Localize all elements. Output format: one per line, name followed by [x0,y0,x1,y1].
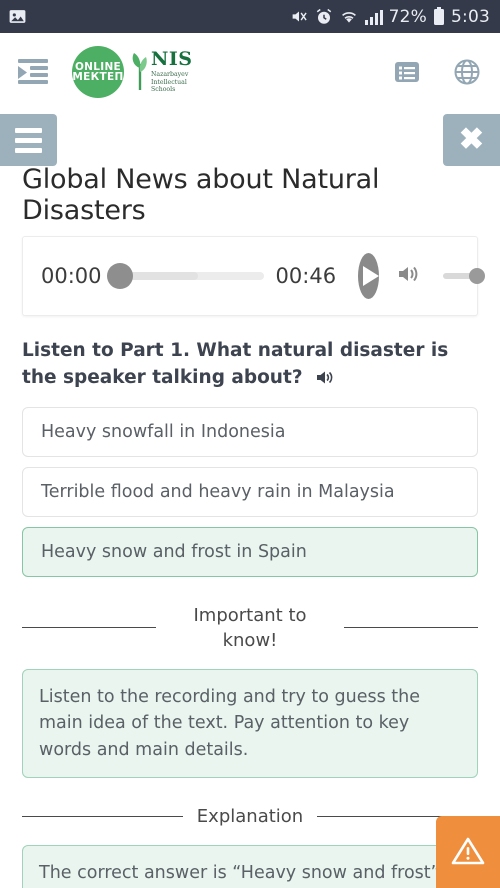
battery-percent: 72% [388,6,428,27]
answer-option-2[interactable]: Terrible flood and heavy rain in Malaysi… [22,466,478,517]
divider-line-right [344,627,478,629]
alarm-icon [315,8,333,26]
report-problem-button[interactable] [436,816,500,888]
play-button[interactable] [358,253,380,299]
signal-icon [364,9,383,25]
volume-slider[interactable] [443,268,486,284]
wifi-icon [339,9,359,25]
important-divider: Important to know! [22,603,478,653]
clock-time: 5:03 [451,6,490,27]
status-bar-left [8,7,27,26]
audio-player: 00:00 00:46 [22,236,486,316]
indent-icon[interactable] [14,57,52,87]
question-text: Listen to Part 1. What natural disaster … [22,338,478,395]
question-label: Listen to Part 1. What natural disaster … [22,340,449,388]
online-mektep-line2: МЕКТЕП [72,71,124,83]
online-mektep-logo: ONLINE МЕКТЕП [72,46,124,98]
top-bar-actions [394,59,486,85]
menu-button[interactable] [0,114,57,166]
audio-seek-thumb[interactable] [106,263,133,289]
important-divider-label: Important to know! [193,604,307,651]
divider-line-left [22,627,156,629]
page-title: Global News about Natural Disasters [22,164,380,226]
answer-options: Heavy snowfall in Indonesia Terrible flo… [22,406,478,577]
volume-icon[interactable] [397,263,423,289]
mute-icon [289,8,309,25]
status-bar-right: 72% 5:03 [289,7,490,27]
volume-slider-thumb[interactable] [469,268,486,284]
hamburger-icon-bar [15,127,42,133]
explanation-box: The correct answer is “Heavy snow and fr… [22,844,478,888]
globe-icon[interactable] [454,59,480,85]
status-bar: 72% 5:03 [0,0,500,33]
warning-triangle-icon [450,835,486,870]
speaker-icon[interactable] [316,368,336,395]
answer-option-3[interactable]: Heavy snow and frost in Spain [22,526,478,577]
answer-option-1[interactable]: Heavy snowfall in Indonesia [22,406,478,457]
explanation-divider-label: Explanation [196,805,304,827]
important-box: Listen to the recording and try to guess… [22,669,478,778]
nis-text: NIS Nazarbayev Intellectual Schools [151,47,193,94]
nis-logo: NIS Nazarbayev Intellectual Schools [130,47,193,94]
audio-duration: 00:46 [275,264,337,288]
nis-subtitle: Nazarbayev Intellectual Schools [151,70,189,94]
image-icon [8,7,27,26]
list-icon[interactable] [394,60,420,84]
audio-current-time: 00:00 [41,264,102,288]
audio-seek-slider[interactable] [106,263,264,289]
battery-icon [433,7,445,26]
top-bar: ONLINE МЕКТЕП NIS Nazarbayev Intellectua… [0,33,500,111]
divider-line-left [22,815,183,817]
app-screen: 72% 5:03 ONLINE МЕКТЕП NIS Nazarbayev In… [0,0,500,888]
main-content: 00:00 00:46 Listen to Part 1. What natur… [0,222,500,888]
hamburger-icon-bar [15,147,42,153]
explanation-divider: Explanation [22,804,478,829]
nis-abbrev: NIS [151,47,193,70]
play-icon [363,266,380,286]
brand-logos: ONLINE МЕКТЕП NIS Nazarbayev Intellectua… [72,46,192,98]
nis-tree-icon [130,50,150,92]
close-button[interactable]: ✖ [443,114,500,166]
hamburger-icon-bar [15,137,42,143]
